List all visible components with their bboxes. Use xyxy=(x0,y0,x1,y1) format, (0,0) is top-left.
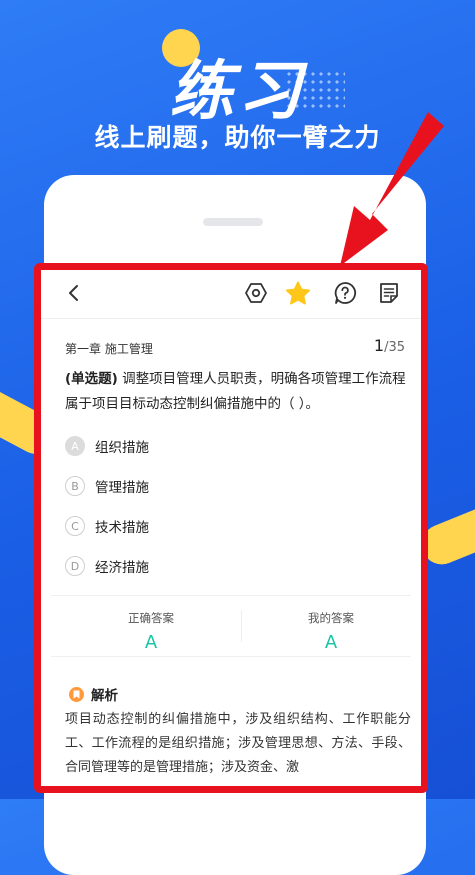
option-a[interactable]: A 组织措施 xyxy=(65,433,395,459)
option-label: 组织措施 xyxy=(95,440,149,456)
phone-speaker xyxy=(203,218,263,226)
option-letter: C xyxy=(65,516,85,536)
option-letter: B xyxy=(65,476,85,496)
bookmark-icon xyxy=(69,686,84,702)
highlight-frame: 第一章 施工管理 1/35 (单选题) 调整项目管理人员职责，明确各项管理工作流… xyxy=(34,263,428,793)
settings-hex-icon[interactable] xyxy=(243,280,269,306)
question-text: (单选题) 调整项目管理人员职责，明确各项管理工作流程属于项目目标动态控制纠偏措… xyxy=(65,367,411,417)
correct-answer-label: 正确答案 xyxy=(128,611,174,625)
question-progress: 1/35 xyxy=(374,336,405,355)
option-b[interactable]: B 管理措施 xyxy=(65,473,395,499)
option-letter: A xyxy=(65,436,85,456)
chevron-left-icon[interactable] xyxy=(61,280,87,306)
banner-subtitle: 线上刷题，助你一臂之力 xyxy=(94,123,381,152)
progress-total: /35 xyxy=(384,340,405,355)
option-letter: D xyxy=(65,556,85,576)
notes-icon[interactable] xyxy=(376,280,402,306)
analysis-title: 解析 xyxy=(91,688,118,704)
option-label: 技术措施 xyxy=(95,520,149,536)
correct-answer: 正确答案 A xyxy=(61,596,241,656)
correct-answer-value: A xyxy=(144,632,158,653)
my-answer-value: A xyxy=(324,632,338,653)
my-answer-label: 我的答案 xyxy=(308,611,354,625)
star-icon[interactable] xyxy=(285,280,311,306)
analysis-text: 项目动态控制的纠偏措施中，涉及组织结构、工作职能分工、工作流程的是组织措施；涉及… xyxy=(65,712,411,775)
option-label: 管理措施 xyxy=(95,480,149,496)
analysis-header: 解析 xyxy=(69,684,118,704)
option-d[interactable]: D 经济措施 xyxy=(65,553,395,579)
answer-summary: 正确答案 A 我的答案 A xyxy=(51,595,411,657)
chapter-row: 第一章 施工管理 1/35 xyxy=(65,336,405,360)
question-toolbar xyxy=(41,270,421,319)
option-c[interactable]: C 技术措施 xyxy=(65,513,395,539)
chapter-title: 第一章 施工管理 xyxy=(65,342,153,356)
question-type: (单选题) xyxy=(65,371,118,387)
option-label: 经济措施 xyxy=(95,560,149,576)
help-icon[interactable] xyxy=(332,280,358,306)
progress-current: 1 xyxy=(373,336,385,355)
my-answer: 我的答案 A xyxy=(241,596,421,656)
